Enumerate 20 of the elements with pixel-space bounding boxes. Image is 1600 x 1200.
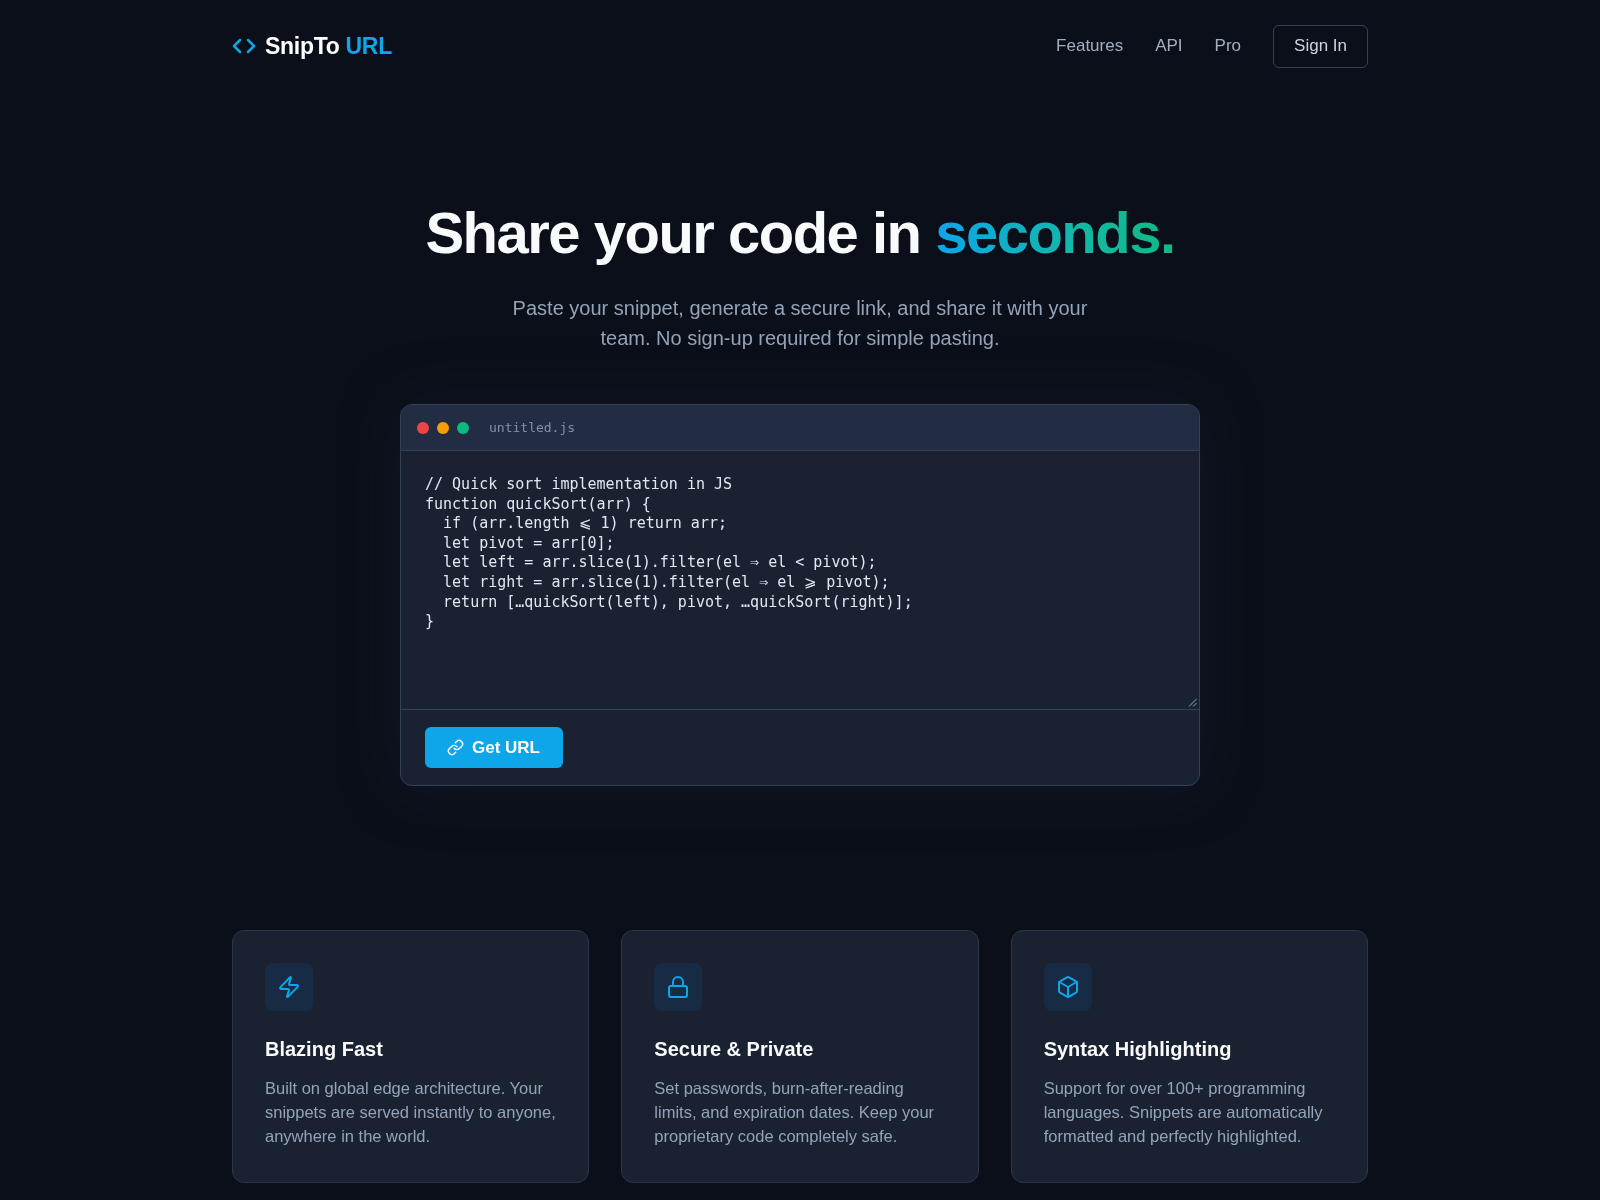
feature-description: Support for over 100+ programming languages. Snippets are automatically formatted and perfectly highlighted. xyxy=(1043,1078,1324,1147)
nav-link[interactable]: Pro xyxy=(1214,36,1242,56)
nav-link[interactable]: Features xyxy=(1056,36,1124,56)
nav-link[interactable]: API xyxy=(1155,36,1183,56)
link-icon xyxy=(447,739,464,756)
hero-subtitle: Paste your snippet, generate a secure link, and share it with your team. No sign-up required for simple pasting. xyxy=(511,296,1089,351)
feature-description: Built on global edge architecture. Your snippets are served instantly to anyone, anywhere in the world. xyxy=(265,1078,557,1147)
resize-grip-icon[interactable] xyxy=(1188,698,1197,707)
sign-in-button[interactable]: Sign In xyxy=(1273,24,1368,68)
code-input-field[interactable]: // Quick sort implementation in JS function quickSort(arr) { if (arr.length ⩽ 1) return arr; let pivot = arr[0]; let left = arr.slice(1).filter(el ⇒ el < pivot); let right = arr.slice(1).filter(el ⇒ el ⩾ pivot); return […quickSort(left), pivot, …quickSort(right)]; } xyxy=(401,451,1199,709)
feature-title: Secure & Private xyxy=(654,1037,815,1062)
lightning-bolt-icon xyxy=(265,963,313,1011)
feature-title: Syntax Highlighting xyxy=(1043,1037,1233,1062)
brand-logo[interactable]: SnipTo URL xyxy=(265,32,392,60)
feature-title: Blazing Fast xyxy=(265,1037,384,1062)
hero-title: Share your code in seconds. xyxy=(425,201,1175,265)
padlock-icon xyxy=(654,963,703,1011)
cube-icon xyxy=(1043,963,1092,1011)
feature-description: Set passwords, burn-after-reading limits, and expiration dates. Keep your proprietary code completely safe. xyxy=(654,1078,936,1147)
file-name: untitled.js xyxy=(489,420,576,435)
